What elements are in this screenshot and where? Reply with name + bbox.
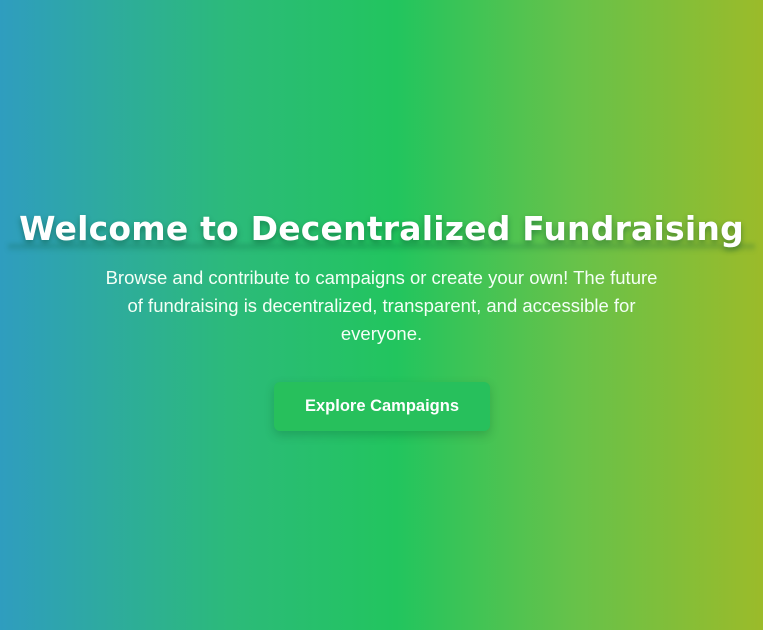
hero-section: Welcome to Decentralized Fundraising Bro… [0,0,763,630]
hero-subtitle: Browse and contribute to campaigns or cr… [105,267,658,344]
hero-title: Welcome to Decentralized Fundraising [19,209,744,248]
explore-campaigns-button[interactable]: Explore Campaigns [274,382,490,431]
